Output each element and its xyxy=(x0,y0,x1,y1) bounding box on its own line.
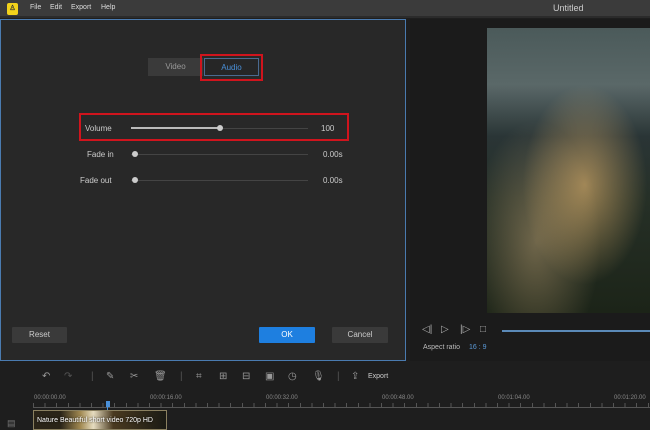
fade-in-slider-handle[interactable] xyxy=(132,151,138,157)
ruler-tick-label: 00:01:20.00 xyxy=(614,395,646,401)
tab-video[interactable]: Video xyxy=(148,58,203,76)
menu-help[interactable]: Help xyxy=(101,4,115,11)
aspect-ratio-value[interactable]: 16 : 9 xyxy=(469,344,487,351)
mosaic-icon[interactable]: ▣ xyxy=(265,371,274,382)
volume-value: 100 xyxy=(321,124,335,133)
ruler-tick-label: 00:01:04.00 xyxy=(498,395,530,401)
menu-file[interactable]: File xyxy=(30,4,41,11)
fade-in-value: 0.00s xyxy=(323,150,343,159)
volume-slider-fill xyxy=(131,127,220,129)
cancel-button[interactable]: Cancel xyxy=(332,327,388,343)
playback-progress-bar[interactable] xyxy=(502,330,650,332)
export-icon[interactable]: ⇪ xyxy=(351,371,359,382)
fade-out-slider-handle[interactable] xyxy=(132,177,138,183)
fade-out-value: 0.00s xyxy=(323,176,343,185)
previous-frame-icon[interactable]: ◁| xyxy=(422,324,432,335)
video-preview-frame xyxy=(487,28,650,313)
split-screen-icon[interactable]: ⊟ xyxy=(242,371,250,382)
crop-icon[interactable]: ⌗ xyxy=(196,371,202,382)
fade-in-label: Fade in xyxy=(87,150,114,159)
video-clip[interactable]: Nature Beautiful short video 720p HD xyxy=(33,410,167,430)
fade-out-label: Fade out xyxy=(80,176,112,185)
title-bar: ♙ File Edit Export Help Untitled xyxy=(0,0,650,18)
menu-export[interactable]: Export xyxy=(71,4,91,11)
ok-button[interactable]: OK xyxy=(259,327,315,343)
undo-icon[interactable]: ↶ xyxy=(42,371,50,382)
redo-icon[interactable]: ↷ xyxy=(64,371,72,382)
zoom-frame-icon[interactable]: ⊞ xyxy=(219,371,227,382)
divider: | xyxy=(337,371,340,382)
aspect-ratio-label: Aspect ratio xyxy=(423,344,460,351)
delete-icon[interactable]: 🗑 xyxy=(154,371,167,382)
clip-title: Nature Beautiful short video 720p HD xyxy=(37,417,153,424)
fade-in-slider-track[interactable] xyxy=(131,154,308,155)
reset-button[interactable]: Reset xyxy=(12,327,67,343)
export-button[interactable]: Export xyxy=(368,373,388,380)
fade-out-slider-track[interactable] xyxy=(131,180,308,181)
edit-pencil-icon[interactable]: ✎ xyxy=(106,371,114,382)
video-track-icon: ▤ xyxy=(7,418,16,428)
play-icon[interactable]: ▷ xyxy=(441,324,449,335)
ruler-tick-label: 00:00:32.00 xyxy=(266,395,298,401)
ruler-tick-label: 00:00:16.00 xyxy=(150,395,182,401)
microphone-icon[interactable]: 🎙 xyxy=(312,371,325,382)
scissors-icon[interactable]: ✂ xyxy=(130,371,138,382)
timeline-ruler[interactable] xyxy=(33,403,650,408)
speed-clock-icon[interactable]: ◷ xyxy=(288,371,297,382)
volume-slider-handle[interactable] xyxy=(217,125,223,131)
divider: | xyxy=(91,371,94,382)
window-title: Untitled xyxy=(553,3,584,13)
next-frame-icon[interactable]: |▷ xyxy=(460,324,470,335)
ruler-tick-label: 00:00:00.00 xyxy=(34,395,66,401)
ruler-tick-label: 00:00:48.00 xyxy=(382,395,414,401)
app-logo-icon: ♙ xyxy=(7,3,18,15)
menu-edit[interactable]: Edit xyxy=(50,4,62,11)
stop-icon[interactable]: □ xyxy=(480,324,486,335)
volume-label: Volume xyxy=(85,124,112,133)
highlight-box xyxy=(200,54,263,81)
divider: | xyxy=(180,371,183,382)
